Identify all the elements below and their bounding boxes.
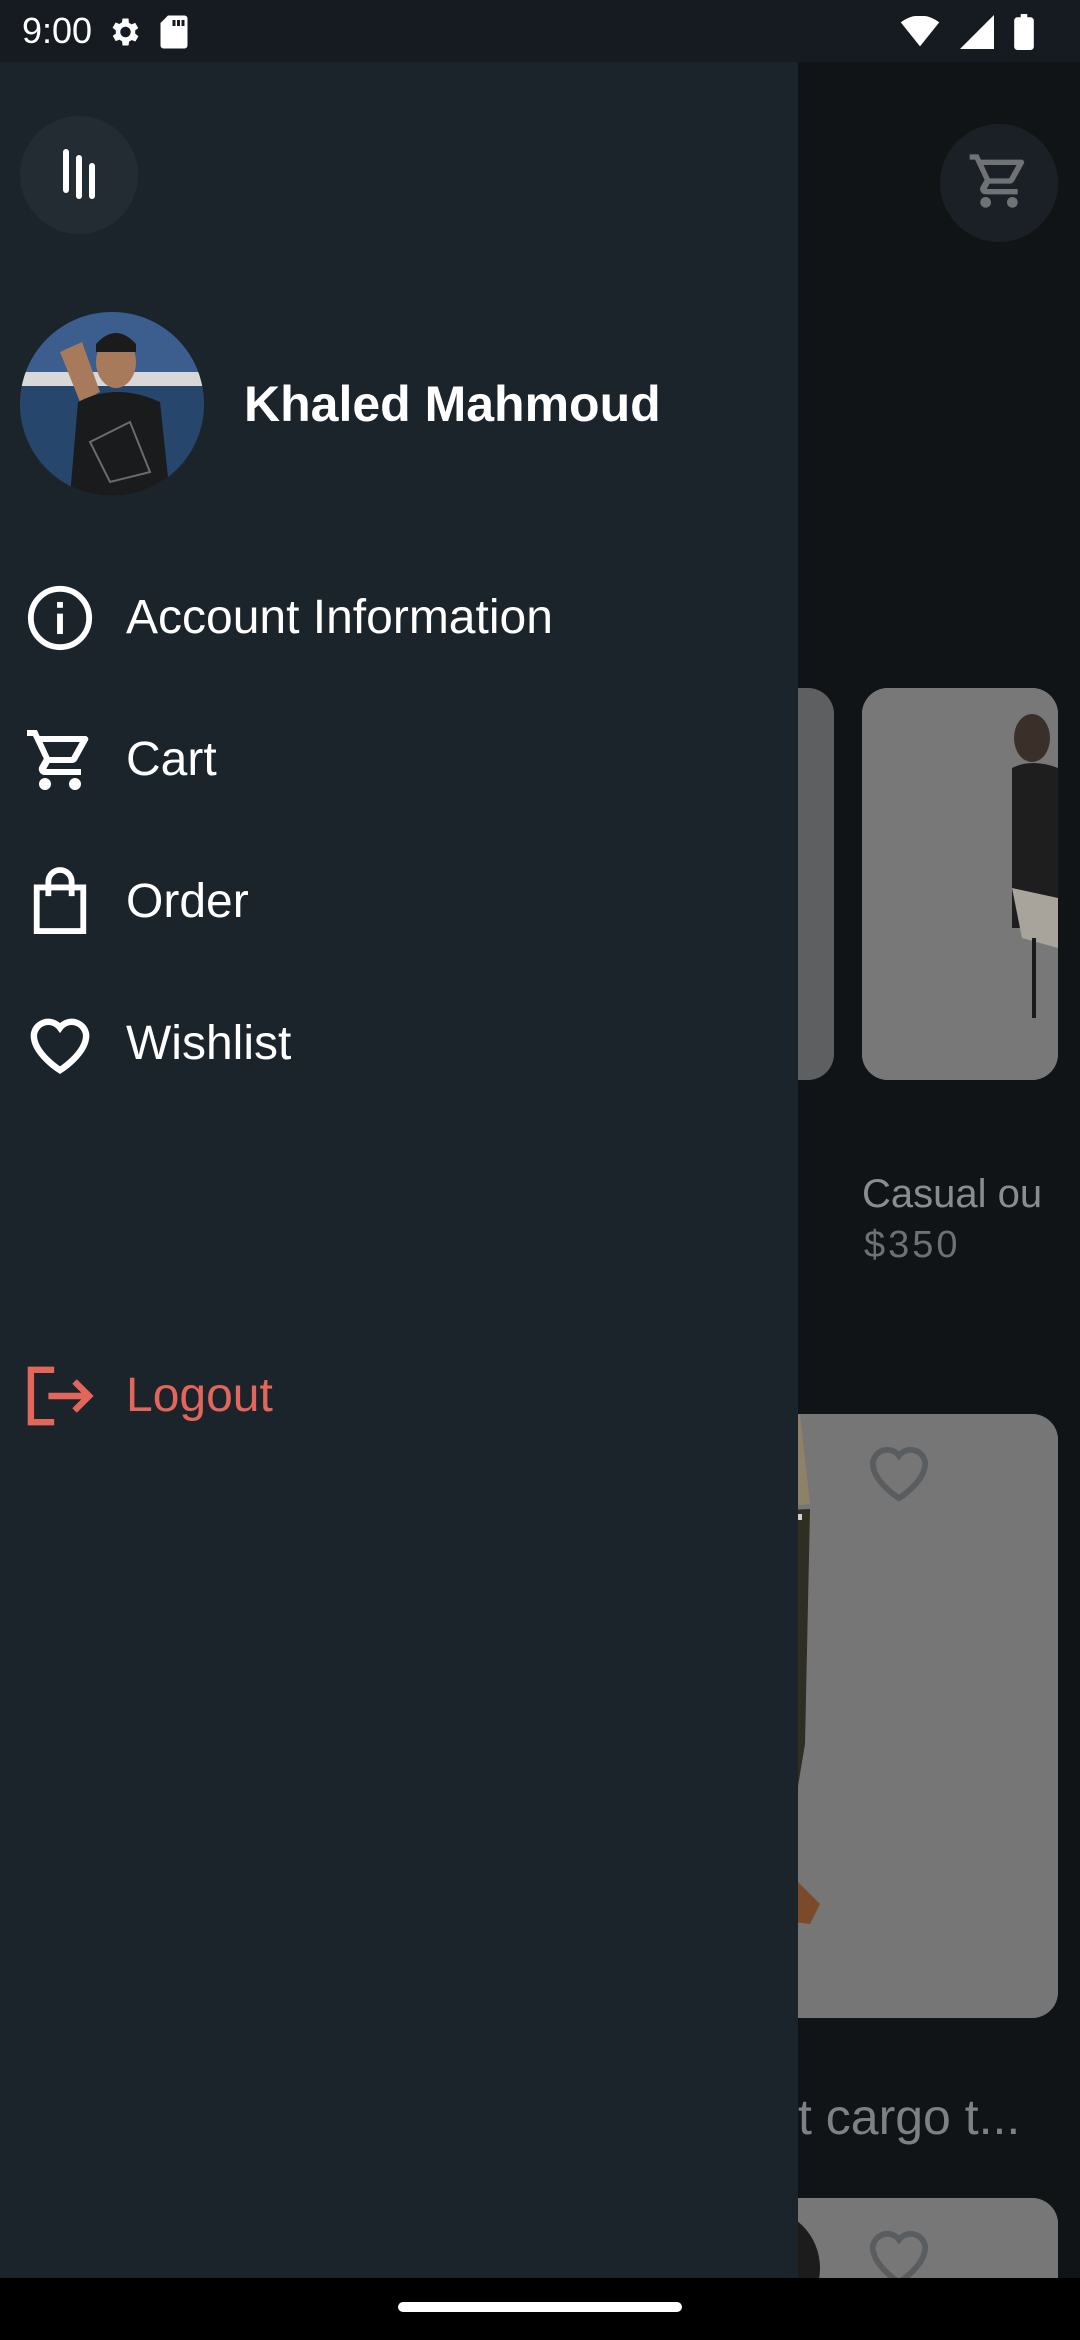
signal-icon <box>960 15 994 54</box>
menu-item-cart[interactable]: Cart <box>0 700 798 820</box>
info-icon <box>24 582 96 654</box>
menu-item-account-information[interactable]: Account Information <box>0 558 798 678</box>
status-time: 9:00 <box>22 10 93 51</box>
cart-button[interactable] <box>940 124 1058 242</box>
menu-item-label: Wishlist <box>126 1017 292 1070</box>
menu-item-label: Cart <box>126 733 217 786</box>
product-title: Casual ou <box>862 1172 1043 1216</box>
product-title: t cargo t... <box>798 2089 1021 2145</box>
avatar[interactable] <box>20 312 204 496</box>
menu-item-wishlist[interactable]: Wishlist <box>0 984 798 1104</box>
menu-item-label: Account Information <box>126 591 553 644</box>
settings-icon <box>106 14 142 55</box>
home-gesture-handle[interactable] <box>398 2302 682 2312</box>
heart-icon[interactable] <box>864 2224 934 2278</box>
sd-card-icon <box>158 14 190 55</box>
status-bar: 9:00 <box>0 0 1080 62</box>
heart-icon[interactable] <box>864 1440 934 1509</box>
navigation-bar <box>0 2278 1080 2340</box>
logout-icon <box>24 1360 96 1432</box>
user-name: Khaled Mahmoud <box>244 376 661 432</box>
cart-icon <box>24 724 96 796</box>
heart-icon <box>24 1008 96 1080</box>
menu-button[interactable] <box>20 116 138 234</box>
wifi-icon <box>900 15 940 53</box>
menu-item-label: Order <box>126 875 249 928</box>
product-card[interactable] <box>862 688 1058 1080</box>
product-price: $350 <box>864 1224 961 1266</box>
logout-button[interactable]: Logout <box>0 1336 798 1456</box>
logout-label: Logout <box>126 1369 273 1422</box>
menu-icon <box>59 143 99 208</box>
menu-item-order[interactable]: Order <box>0 842 798 962</box>
navigation-drawer: Khaled Mahmoud Account Information Cart … <box>0 62 798 2278</box>
battery-icon <box>1014 14 1034 55</box>
cart-icon <box>967 149 1031 218</box>
shopping-bag-icon <box>24 866 96 938</box>
